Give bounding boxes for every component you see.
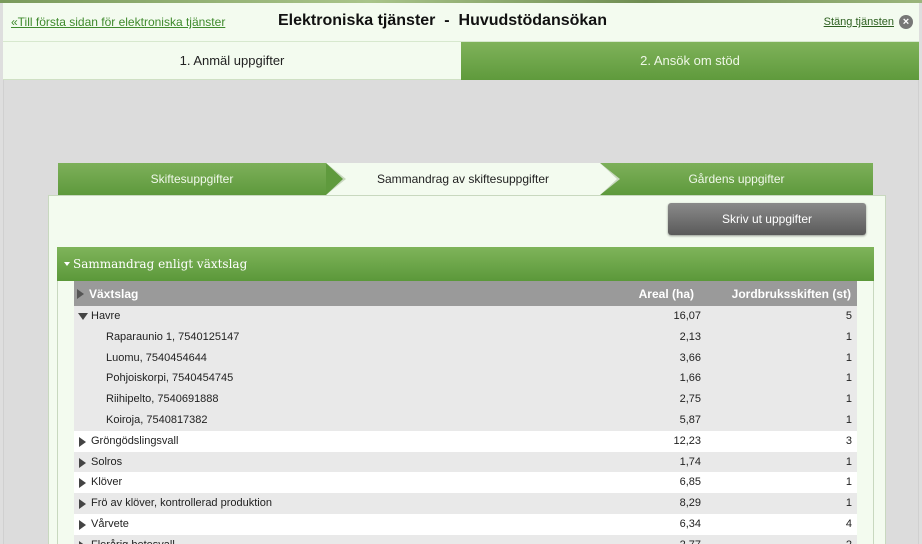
row-area: 5,87 <box>679 413 701 426</box>
crop-row[interactable]: Flerårig betesvall 2,77 2 <box>74 534 857 544</box>
expand-icon[interactable] <box>79 457 86 468</box>
row-count: 2 <box>846 539 852 544</box>
expand-all-icon[interactable] <box>77 289 84 299</box>
row-name: Riihipelto, 7540691888 <box>106 393 219 406</box>
expand-icon[interactable] <box>79 499 86 510</box>
page-title: Elektroniska tjänster - Huvudstödansökan <box>278 12 607 29</box>
crop-row[interactable]: Vårvete 6,34 4 <box>74 513 857 535</box>
row-area: 6,85 <box>679 476 701 489</box>
row-area: 16,07 <box>673 310 701 322</box>
crop-row[interactable]: Gröngödslingsvall 12,23 3 <box>74 430 857 452</box>
tab-parcel-summary[interactable]: Sammandrag av skiftesuppgifter <box>326 163 600 195</box>
column-header-parcels[interactable]: Jordbruksskiften (st) <box>732 287 851 301</box>
crop-row[interactable]: Frö av klöver, kontrollerad produktion 8,… <box>74 493 857 514</box>
row-name: Gröngödslingsvall <box>91 434 179 447</box>
close-icon[interactable]: × <box>899 15 913 29</box>
row-count: 1 <box>845 330 852 343</box>
wizard-steps: 1. Anmäl uppgifter 2. Ansök om stöd <box>3 42 919 80</box>
crop-summary-header[interactable]: Sammandrag enligt växtslag <box>57 247 874 281</box>
row-count: 1 <box>845 372 852 385</box>
row-count: 1 <box>845 455 852 468</box>
collapse-icon[interactable] <box>78 313 88 320</box>
print-button[interactable]: Skriv ut uppgifter <box>668 203 866 235</box>
row-count: 1 <box>845 413 852 426</box>
row-name: Flerårig betesvall <box>91 539 175 544</box>
caret-down-icon <box>64 262 70 266</box>
row-area: 3,66 <box>679 351 701 364</box>
row-area: 8,29 <box>679 497 701 510</box>
app-header: «Till första sidan för elektroniska tjän… <box>3 3 919 42</box>
row-count: 1 <box>845 351 852 364</box>
row-area: 2,75 <box>679 393 701 406</box>
row-name: Koiroja, 7540817382 <box>106 413 208 426</box>
row-name: Pohjoiskorpi, 7540454745 <box>106 372 234 385</box>
parcel-row: Koiroja, 7540817382 5,87 1 <box>74 409 857 431</box>
row-area: 2,77 <box>680 539 701 544</box>
back-to-start-link[interactable]: «Till första sidan för elektroniska tjän… <box>11 15 225 29</box>
row-name: Frö av klöver, kontrollerad produktion <box>91 497 272 510</box>
parcel-row: Pohjoiskorpi, 7540454745 1,66 1 <box>74 368 857 390</box>
row-name: Raparaunio 1, 7540125147 <box>106 330 240 343</box>
table-header: Växtslag Areal (ha) Jordbruksskiften (st… <box>74 281 857 306</box>
row-name: Klöver <box>91 476 123 489</box>
expand-icon[interactable] <box>79 436 86 447</box>
row-area: 1,74 <box>679 455 701 468</box>
row-name: Havre <box>91 310 121 322</box>
column-header-area[interactable]: Areal (ha) <box>639 287 694 301</box>
crop-row[interactable]: Klöver 6,85 1 <box>74 472 857 494</box>
row-count: 1 <box>845 476 852 489</box>
close-service-link[interactable]: Stäng tjänsten <box>824 16 894 28</box>
tab-parcel-details[interactable]: Skiftesuppgifter <box>58 163 326 195</box>
crop-row[interactable]: Havre 16,07 5 <box>74 306 857 327</box>
parcel-row: Luomu, 7540454644 3,66 1 <box>74 347 857 369</box>
row-name: Vårvete <box>91 517 129 530</box>
row-count: 1 <box>845 393 852 406</box>
row-count: 3 <box>845 434 852 447</box>
row-area: 1,66 <box>679 372 701 385</box>
row-area: 12,23 <box>673 434 701 447</box>
row-area: 6,34 <box>679 517 701 530</box>
crop-row[interactable]: Solros 1,74 1 <box>74 451 857 473</box>
subtabs: Skiftesuppgifter Sammandrag av skiftesup… <box>58 163 873 195</box>
tab-separator-arrow <box>600 163 617 195</box>
tab-farm-details[interactable]: Gårdens uppgifter <box>600 163 873 195</box>
table-rows: Havre 16,07 5 Raparaunio 1, 7540125147 2,13 1… <box>74 306 857 544</box>
expand-icon[interactable] <box>79 478 86 489</box>
tab-separator-arrow <box>326 163 343 195</box>
row-count: 1 <box>845 497 852 510</box>
row-area: 2,13 <box>679 330 701 343</box>
step-report-details[interactable]: 1. Anmäl uppgifter <box>3 42 461 80</box>
step-apply-support[interactable]: 2. Ansök om stöd <box>461 42 919 80</box>
row-count: 5 <box>845 310 852 322</box>
row-count: 4 <box>845 517 852 530</box>
row-name: Luomu, 7540454644 <box>106 351 207 364</box>
column-header-crop[interactable]: Växtslag <box>89 287 138 301</box>
row-name: Solros <box>91 455 123 468</box>
expand-icon[interactable] <box>79 519 86 530</box>
parcel-row: Raparaunio 1, 7540125147 2,13 1 <box>74 326 857 348</box>
section-title: Sammandrag enligt växtslag <box>73 257 248 271</box>
parcel-row: Riihipelto, 7540691888 2,75 1 <box>74 389 857 410</box>
crop-summary-table: Växtslag Areal (ha) Jordbruksskiften (st… <box>74 281 857 544</box>
